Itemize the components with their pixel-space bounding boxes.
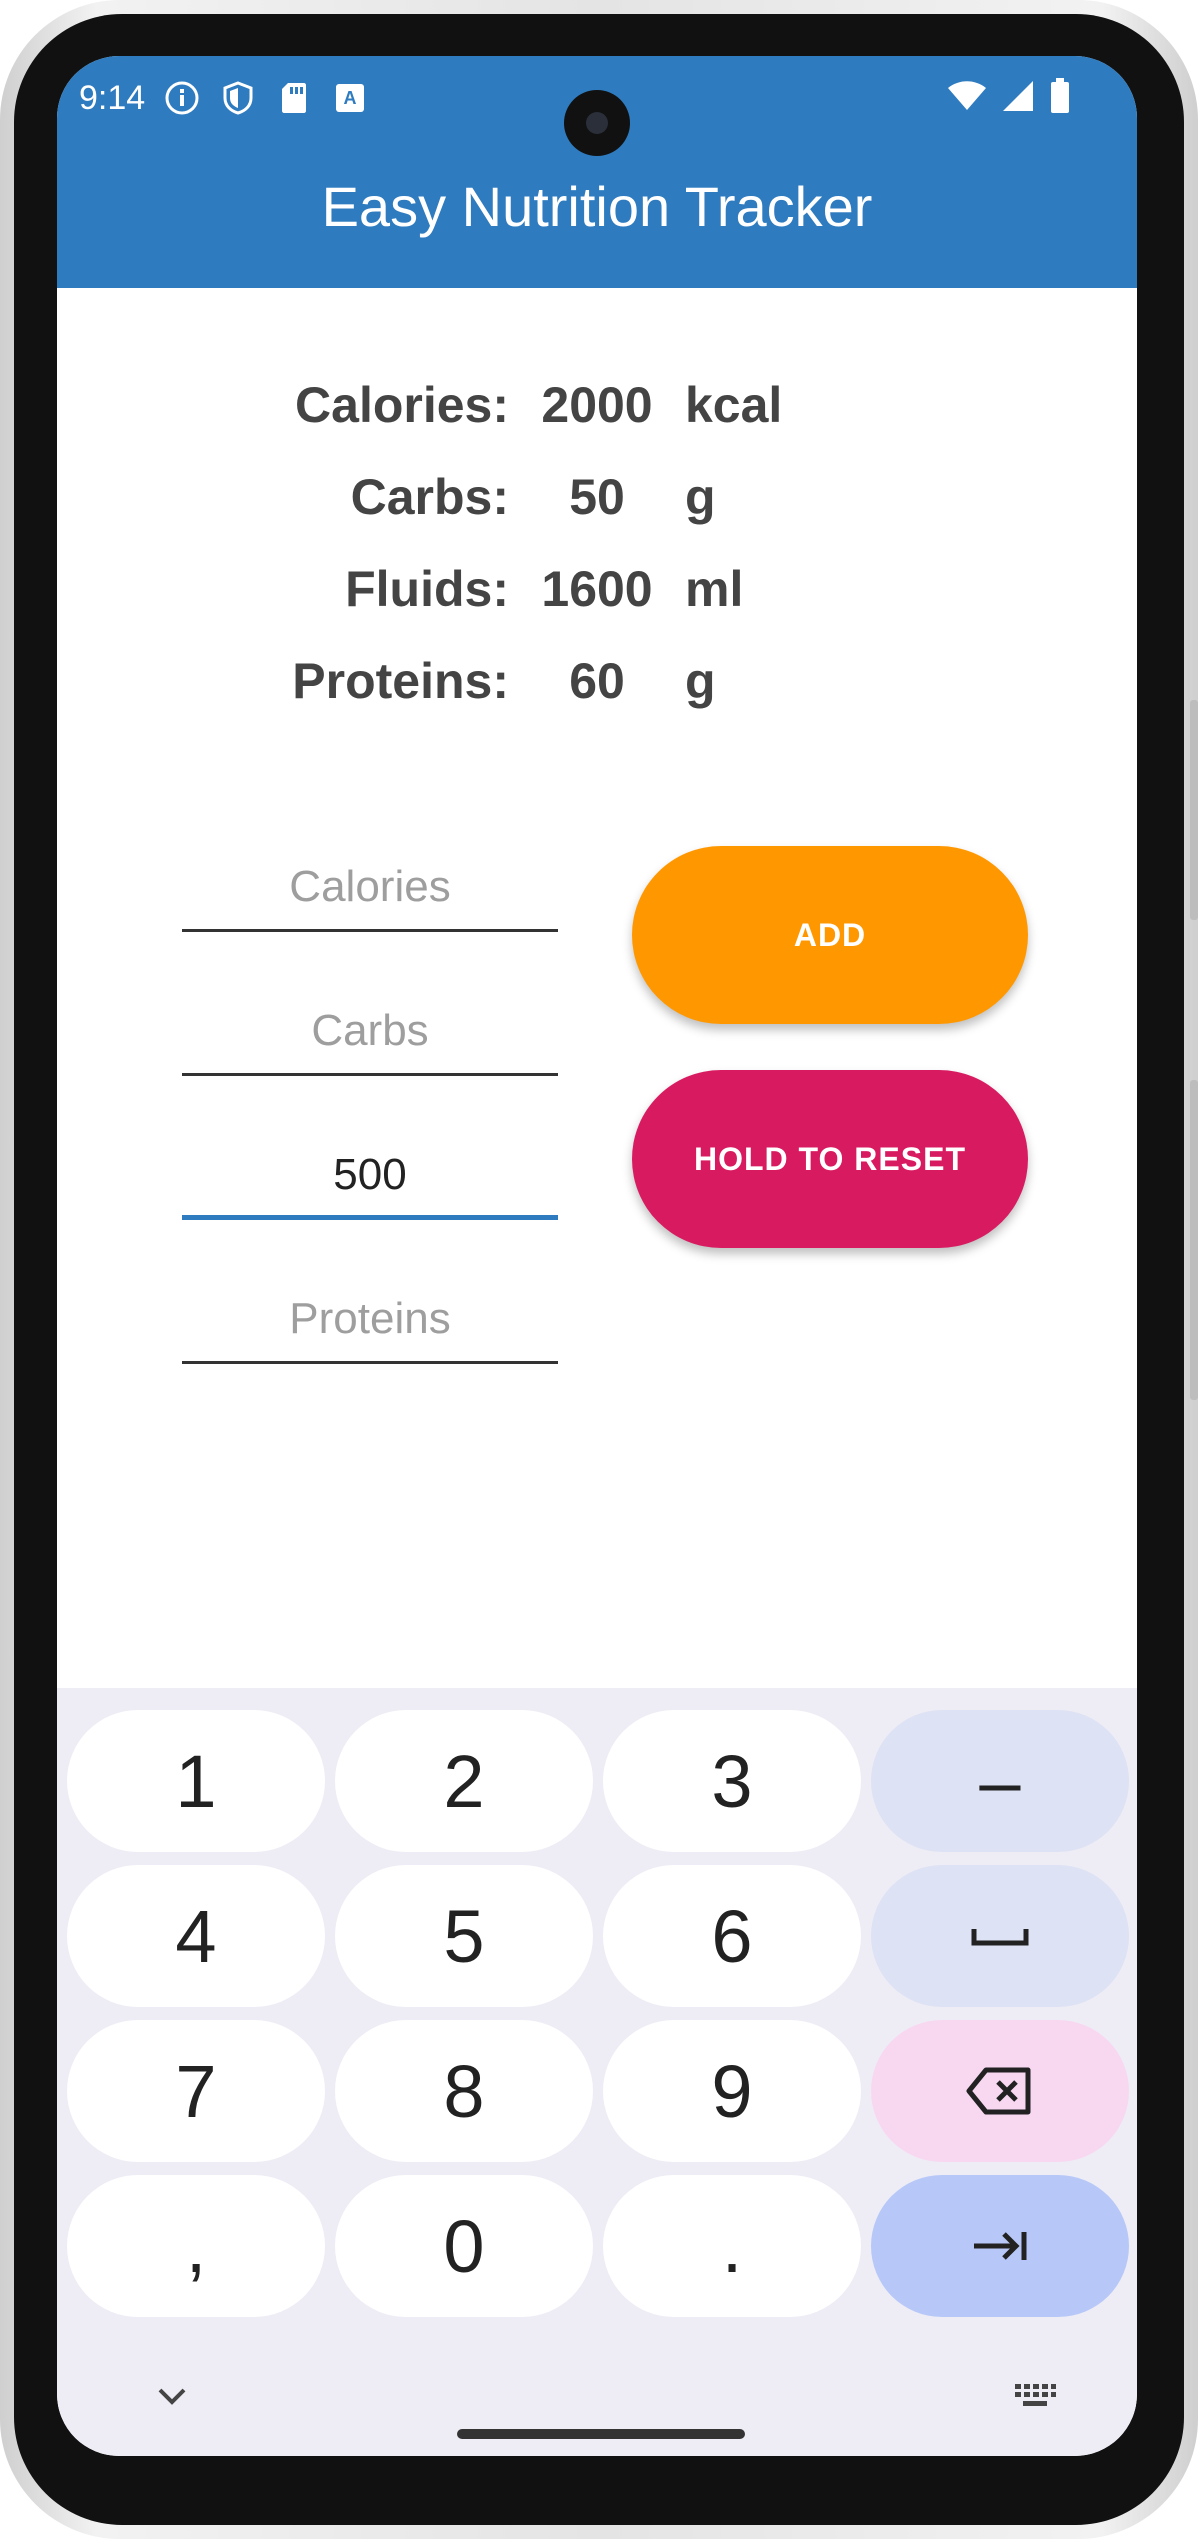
key-4[interactable]: 4 (67, 1865, 325, 2007)
space-icon (971, 1929, 1029, 1946)
summary-label: Fluids: (345, 561, 509, 617)
summary-unit: kcal (685, 377, 783, 433)
sd-card-icon (275, 79, 313, 117)
key-1[interactable]: 1 (67, 1710, 325, 1852)
key-7[interactable]: 7 (67, 2020, 325, 2162)
summary-row-proteins: Proteins: 60 g (57, 652, 1137, 722)
summary-value: 1600 (541, 561, 653, 617)
summary-row-carbs: Carbs: 50 g (57, 468, 1137, 538)
summary-label: Carbs: (350, 469, 509, 525)
navigation-handle[interactable] (457, 2429, 745, 2439)
key-space[interactable] (871, 1865, 1129, 2007)
calories-input[interactable]: Calories (182, 850, 558, 932)
power-button (1190, 1080, 1198, 1400)
key-5[interactable]: 5 (335, 1865, 593, 2007)
keyboard-switch-button[interactable] (1007, 2376, 1063, 2416)
translate-icon: A (331, 79, 369, 117)
key-minus[interactable]: – (871, 1710, 1129, 1852)
key-9[interactable]: 9 (603, 2020, 861, 2162)
summary-value: 2000 (541, 377, 653, 433)
battery-icon (1049, 77, 1071, 119)
app-bar: 9:14 A Easy Nutrition Tracker (57, 56, 1137, 288)
tab-arrow-icon (974, 2232, 1027, 2260)
status-bar: 9:14 A (79, 68, 369, 128)
summary-unit: g (685, 469, 716, 525)
proteins-input[interactable]: Proteins (182, 1282, 558, 1364)
carbs-input[interactable]: Carbs (182, 994, 558, 1076)
fluids-value: 500 (333, 1150, 407, 1199)
key-next[interactable] (871, 2175, 1129, 2317)
summary-label: Calories: (295, 377, 509, 433)
summary-value: 50 (569, 469, 625, 525)
proteins-placeholder: Proteins (289, 1294, 451, 1343)
volume-button (1190, 700, 1198, 920)
carbs-placeholder: Carbs (311, 1006, 429, 1055)
key-3[interactable]: 3 (603, 1710, 861, 1852)
app-title: Easy Nutrition Tracker (321, 175, 873, 238)
hide-keyboard-button[interactable] (147, 2376, 197, 2416)
key-8[interactable]: 8 (335, 2020, 593, 2162)
fluids-input[interactable]: 500 (182, 1138, 558, 1220)
key-period[interactable]: . (603, 2175, 861, 2317)
front-camera (564, 90, 630, 156)
status-icons-right (947, 68, 1071, 128)
calories-placeholder: Calories (289, 862, 451, 911)
shield-icon (219, 79, 257, 117)
summary-unit: ml (685, 561, 744, 617)
signal-icon (1001, 79, 1035, 118)
svg-text:A: A (344, 88, 357, 108)
chevron-down-icon (158, 2388, 186, 2405)
summary-row-calories: Calories: 2000 kcal (57, 376, 1137, 446)
screen: 9:14 A Easy Nutrition Tracker Calories: … (57, 56, 1137, 2456)
reset-button[interactable]: HOLD TO RESET (632, 1070, 1028, 1248)
status-time: 9:14 (79, 78, 146, 117)
key-backspace[interactable] (871, 2020, 1129, 2162)
summary-unit: g (685, 653, 716, 709)
key-2[interactable]: 2 (335, 1710, 593, 1852)
key-comma[interactable]: , (67, 2175, 325, 2317)
summary-label: Proteins: (292, 653, 509, 709)
key-0[interactable]: 0 (335, 2175, 593, 2317)
add-button[interactable]: ADD (632, 846, 1028, 1024)
info-icon (163, 79, 201, 117)
wifi-icon (947, 80, 987, 117)
key-6[interactable]: 6 (603, 1865, 861, 2007)
summary-row-fluids: Fluids: 1600 ml (57, 560, 1137, 630)
backspace-icon (966, 2067, 1031, 2115)
summary-value: 60 (569, 653, 625, 709)
keyboard-icon (1015, 2384, 1056, 2406)
